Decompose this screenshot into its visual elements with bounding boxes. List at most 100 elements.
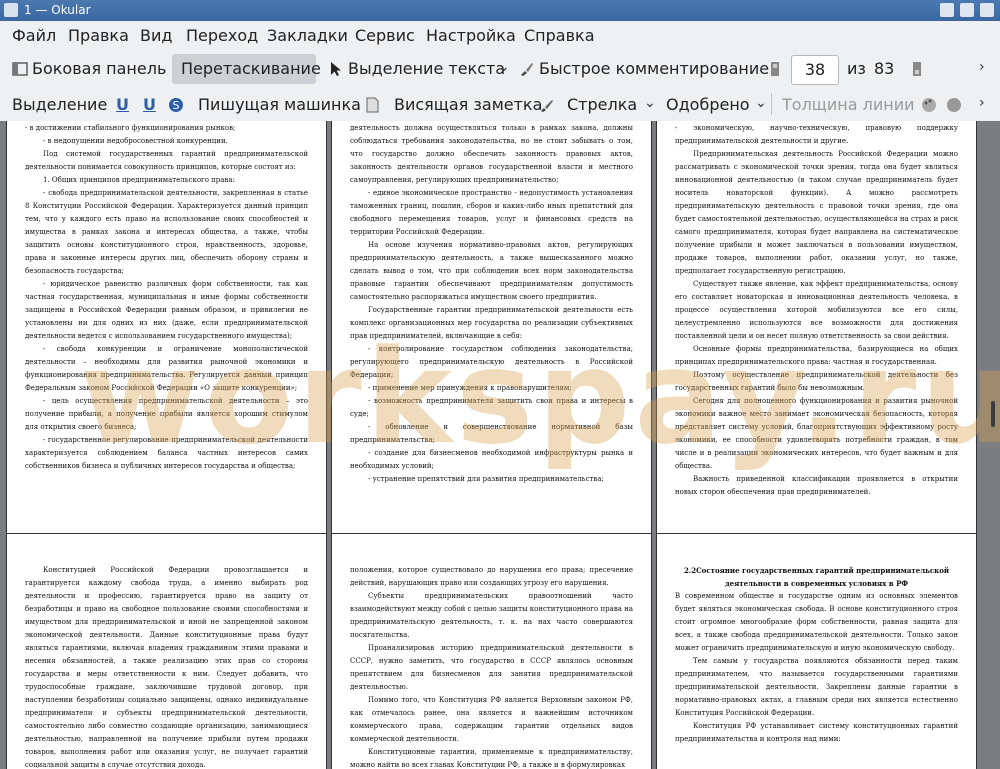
paragraph: - экономическую, научно-техническую, пра… xyxy=(675,124,958,145)
window-titlebar[interactable]: 1 — Okular xyxy=(0,0,1000,21)
paragraph: - в недопущении недобросовестной конкуре… xyxy=(43,137,228,145)
paragraph: - контролирование государством соблюдени… xyxy=(350,345,633,379)
menu-edit[interactable]: Правка xyxy=(68,26,129,45)
sidebar-button[interactable]: Боковая панель xyxy=(12,59,166,78)
svg-text:S: S xyxy=(173,99,180,112)
line-width-tool[interactable]: Толщина линии xyxy=(782,95,915,114)
next-page-icon[interactable] xyxy=(909,59,929,78)
page-of-label: из xyxy=(847,59,866,78)
quick-comment-label: Быстрое комментирование xyxy=(539,59,770,78)
paragraph: - в достижении стабильного функционирова… xyxy=(25,124,236,132)
paragraph: - обновление и совершенствование нормати… xyxy=(350,423,633,444)
paragraph: Государственные гарантии предприниматель… xyxy=(350,306,633,340)
document-view[interactable]: - в достижении стабильного функционирова… xyxy=(0,121,1000,769)
paragraph: Важность приведенной классификации прояв… xyxy=(675,475,958,496)
drag-mode-label: Перетаскивание xyxy=(181,59,321,78)
drag-mode-button[interactable]: Перетаскивание xyxy=(181,59,321,78)
section-heading: 2.2Состояние государственных гарантий пр… xyxy=(683,566,950,588)
sidebar-label: Боковая панель xyxy=(32,59,167,78)
toolbar-separator xyxy=(771,93,772,115)
highlight-tool[interactable]: Выделение xyxy=(12,95,107,114)
vertical-scrollbar[interactable] xyxy=(991,121,997,769)
note-tool[interactable]: Висящая заметка xyxy=(364,95,542,114)
cursor-icon xyxy=(331,62,341,76)
annot-toolbar-overflow-icon[interactable]: › xyxy=(979,95,985,111)
paragraph: деятельность должна осуществляться тольк… xyxy=(350,124,633,184)
page-41-text: положения, которое существовало до наруш… xyxy=(332,534,651,769)
page-38-text: деятельность должна осуществляться тольк… xyxy=(332,121,651,486)
window-controls xyxy=(940,3,994,17)
page-37-text: - в достижении стабильного функционирова… xyxy=(7,121,326,473)
close-icon[interactable] xyxy=(980,3,994,17)
page-39-text: - экономическую, научно-техническую, пра… xyxy=(657,121,976,499)
note-label: Висящая заметка xyxy=(394,95,543,114)
paragraph: - юридическое равенство различных форм с… xyxy=(25,280,308,340)
menu-help[interactable]: Справка xyxy=(524,26,595,45)
strikeout-icon[interactable]: S xyxy=(168,95,188,114)
paragraph: - возможность предпринимателя защитить с… xyxy=(350,397,633,418)
typewriter-tool[interactable]: Пишущая машинка xyxy=(198,95,361,114)
color-picker-icon[interactable] xyxy=(921,95,941,114)
stamp-label: Одобрено xyxy=(666,95,750,114)
quick-comment-button[interactable]: Быстрое комментирование xyxy=(519,59,769,78)
underline-icon[interactable]: U xyxy=(116,95,129,114)
paragraph: - создание для бизнесменов необходимой и… xyxy=(350,449,633,470)
annotation-toolbar: Выделение U U S Пишущая машинка Висящая … xyxy=(0,87,1000,122)
menu-go[interactable]: Переход xyxy=(186,26,258,45)
toolbar-overflow-icon[interactable]: › xyxy=(979,59,985,75)
paragraph: Основные формы предпринимательства, бази… xyxy=(675,345,958,366)
paragraph: Сегодня для полноценного функционировани… xyxy=(675,397,958,470)
chevron-down-icon[interactable]: ⌄ xyxy=(498,59,510,75)
paragraph: Субъекты предпринимательских правоотноше… xyxy=(350,592,633,639)
squiggly-underline-icon[interactable]: U xyxy=(143,95,156,114)
page-40-text: Конституцией Российской Федерации провоз… xyxy=(7,534,326,769)
paragraph: - единое экономическое пространство - не… xyxy=(350,189,633,236)
page-42: 2.2Состояние государственных гарантий пр… xyxy=(656,533,977,769)
stamp-chevron-down-icon[interactable]: ⌄ xyxy=(755,95,767,111)
sidebar-icon xyxy=(12,62,28,76)
paragraph: - свобода предпринимательской деятельнос… xyxy=(25,189,308,275)
menu-file[interactable]: Файл xyxy=(12,26,56,45)
page-total-label: 83 xyxy=(874,59,895,78)
maximize-icon[interactable] xyxy=(960,3,974,17)
pen-icon xyxy=(541,100,553,112)
page-number-input[interactable]: 38 xyxy=(791,55,839,85)
paragraph: - применение мер принуждения к правонару… xyxy=(368,384,572,392)
highlight-label: Выделение xyxy=(12,95,108,114)
menu-settings[interactable]: Настройка xyxy=(426,26,516,45)
paragraph: - устранение препятствий для развития пр… xyxy=(368,475,604,483)
menu-bar: Файл Правка Вид Переход Закладки Сервис … xyxy=(0,21,1000,51)
paragraph: На основе изучения нормативно-правовых а… xyxy=(350,241,633,301)
paragraph: Под системой государственных гарантий пр… xyxy=(25,150,308,171)
minimize-icon[interactable] xyxy=(940,3,954,17)
stamp-tool[interactable]: Одобрено xyxy=(666,95,750,114)
line-width-label: Толщина линии xyxy=(782,95,915,114)
paragraph: Существует также явление, как эффект пре… xyxy=(675,280,958,340)
arrow-chevron-down-icon[interactable]: ⌄ xyxy=(644,95,656,111)
text-select-label: Выделение текста xyxy=(348,59,506,78)
menu-tools[interactable]: Сервис xyxy=(355,26,415,45)
page-40: Конституцией Российской Федерации провоз… xyxy=(6,533,327,769)
paragraph: - государственное регулирование предприн… xyxy=(25,436,308,470)
paragraph: Поэтому осуществление предпринимательско… xyxy=(675,371,958,392)
page-41: положения, которое существовало до наруш… xyxy=(331,533,652,769)
scrollbar-thumb[interactable] xyxy=(991,401,995,427)
paragraph: Тем самым у государства появляются обяза… xyxy=(675,657,958,717)
opacity-icon[interactable] xyxy=(946,95,966,114)
window-title: 1 — Okular xyxy=(24,3,91,17)
okular-app-icon xyxy=(4,3,18,17)
prev-page-icon[interactable] xyxy=(767,59,787,78)
arrow-tool[interactable]: Стрелка xyxy=(539,95,637,114)
typewriter-label: Пишущая машинка xyxy=(198,95,361,114)
paragraph: Проанализировав историю предпринимательс… xyxy=(350,644,633,691)
paragraph: Конституционные гарантии, применяемые к … xyxy=(350,748,633,769)
page-42-text: 2.2Состояние государственных гарантий пр… xyxy=(657,534,976,746)
paragraph: 1. Общих принципов предпринимательского … xyxy=(43,176,235,184)
menu-bookmarks[interactable]: Закладки xyxy=(267,26,348,45)
menu-view[interactable]: Вид xyxy=(140,26,172,45)
arrow-label: Стрелка xyxy=(567,95,638,114)
paragraph: Конституцией Российской Федерации провоз… xyxy=(25,566,308,769)
text-select-button[interactable]: Выделение текста xyxy=(328,59,505,78)
paragraph: В современном обществе и государстве одн… xyxy=(675,592,958,652)
paragraph: - свобода конкуренции и ограничение моно… xyxy=(25,345,308,392)
